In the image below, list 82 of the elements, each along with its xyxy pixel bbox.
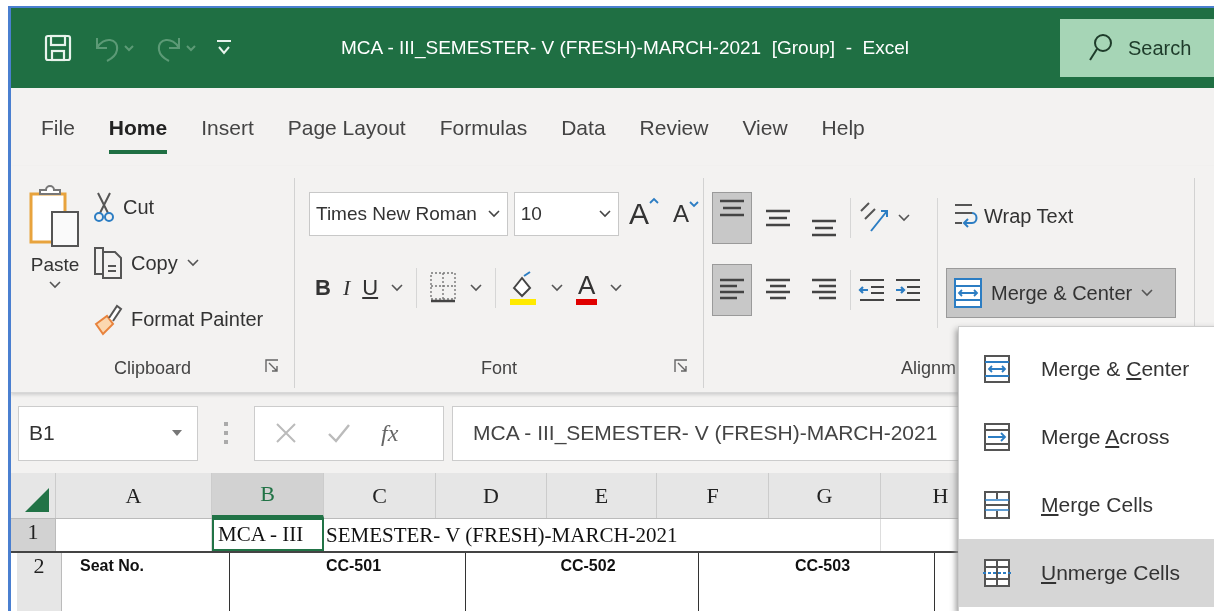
- group-label: Clipboard: [113, 357, 191, 379]
- window-title: MCA - III_SEMESTER- V (FRESH)-MARCH-2021 [Group] - Excel: [340, 37, 910, 59]
- select-all-icon[interactable]: [25, 488, 49, 512]
- caret-icon[interactable]: [469, 283, 484, 293]
- grip-icon: [222, 420, 230, 446]
- fill-bucket-icon[interactable]: [508, 270, 539, 306]
- caret-icon: [597, 209, 612, 219]
- align-lines-icon: [764, 209, 792, 227]
- paintbrush-icon: [93, 302, 123, 336]
- selected-cell[interactable]: MCA - III: [212, 517, 324, 551]
- copy-button[interactable]: Copy: [93, 240, 264, 286]
- column-header[interactable]: F: [657, 473, 769, 518]
- table-cell: Seat No.: [80, 557, 144, 574]
- caret-icon: [48, 280, 62, 290]
- caret-icon: [1140, 288, 1155, 298]
- grow-font-button[interactable]: A: [624, 197, 663, 231]
- dialog-launcher-icon[interactable]: [264, 358, 280, 374]
- caret-icon: [185, 258, 200, 268]
- save-icon[interactable]: [43, 33, 73, 63]
- table-cell: CC-502: [560, 557, 616, 574]
- align-lines-icon: [810, 219, 838, 237]
- ribbon-tab[interactable]: Home: [108, 106, 168, 154]
- top-align-button[interactable]: [712, 192, 752, 244]
- menu-item[interactable]: Unmerge Cells: [959, 539, 1214, 607]
- dialog-launcher-icon[interactable]: [673, 358, 689, 374]
- clipboard-icon: [28, 184, 82, 250]
- ribbon-tab[interactable]: Formulas: [439, 106, 528, 154]
- bold-button[interactable]: B: [315, 275, 331, 301]
- ribbon-tab[interactable]: Page Layout: [287, 106, 406, 154]
- column-header[interactable]: D: [436, 473, 547, 518]
- format-painter-button[interactable]: Format Painter: [93, 296, 264, 342]
- search-icon: [1088, 33, 1114, 63]
- ribbon-tab[interactable]: Help: [821, 106, 865, 154]
- merge-center-button[interactable]: Merge & Center: [946, 268, 1176, 318]
- column-header[interactable]: B: [212, 473, 324, 518]
- caret-icon[interactable]: [897, 213, 911, 223]
- column-header[interactable]: C: [324, 473, 436, 518]
- font-color-button[interactable]: A: [576, 271, 598, 305]
- ribbon-tab[interactable]: View: [742, 106, 788, 154]
- borders-icon[interactable]: [429, 271, 458, 305]
- caret-icon[interactable]: [550, 283, 565, 293]
- merge-center-icon: [983, 354, 1011, 384]
- cut-button[interactable]: Cut: [93, 184, 264, 230]
- table-cell: CC-503: [794, 557, 851, 574]
- unmerge-cells-icon: [983, 558, 1011, 588]
- group-label: Alignm: [900, 357, 956, 379]
- table-cell: CC-501: [325, 557, 382, 574]
- ribbon-tab[interactable]: Review: [639, 106, 709, 154]
- copy-icon: [93, 246, 123, 280]
- wrap-text-button[interactable]: Wrap Text: [946, 192, 1176, 240]
- italic-button[interactable]: I: [342, 275, 351, 301]
- ribbon-tab[interactable]: Insert: [201, 106, 254, 154]
- cell-overflow-text: SEMESTER- V (FRESH)-MARCH-2021: [325, 522, 678, 548]
- name-box[interactable]: B1: [18, 405, 198, 461]
- underline-button[interactable]: U: [362, 275, 379, 301]
- merge-icon: [953, 277, 983, 309]
- align-lines-icon: [718, 199, 746, 217]
- font-name-field[interactable]: Times New Roman: [309, 192, 508, 236]
- caret-icon[interactable]: [609, 283, 624, 293]
- merge-across-icon: [983, 422, 1011, 452]
- caret-icon: [171, 429, 183, 437]
- caret-icon[interactable]: [390, 283, 405, 293]
- search-field[interactable]: Search: [1060, 19, 1214, 77]
- ribbon-tab[interactable]: Data: [561, 106, 606, 154]
- caret-up-icon: [649, 197, 659, 205]
- ribbon-tab[interactable]: File: [41, 106, 75, 154]
- align-left-button[interactable]: [712, 264, 752, 316]
- insert-function-button[interactable]: fx: [381, 419, 399, 447]
- row-header[interactable]: 1: [11, 519, 56, 551]
- check-icon[interactable]: [327, 422, 351, 444]
- paste-button[interactable]: Paste: [25, 184, 85, 314]
- shrink-font-button[interactable]: A: [669, 200, 703, 228]
- column-header[interactable]: G: [769, 473, 881, 518]
- scissors-icon: [93, 191, 115, 223]
- row-header[interactable]: 2: [17, 553, 62, 611]
- caret-icon: [689, 200, 699, 208]
- column-header[interactable]: E: [547, 473, 657, 518]
- merge-cells-icon: [983, 490, 1011, 520]
- group-label: Font: [481, 357, 517, 379]
- caret-icon: [486, 209, 501, 219]
- menu-item[interactable]: Merge & Center: [959, 335, 1214, 403]
- font-size-field[interactable]: 10: [513, 192, 619, 236]
